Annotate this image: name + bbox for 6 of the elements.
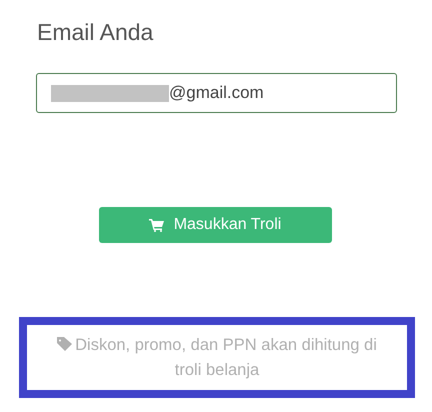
cart-icon [148, 218, 164, 232]
tag-icon [57, 336, 72, 350]
email-field[interactable]: @gmail.com [36, 73, 397, 113]
notice-text: Diskon, promo, dan PPN akan dihitung di troli belanja [43, 332, 391, 382]
email-value: @gmail.com [169, 82, 264, 104]
field-label: Email Anda [37, 18, 154, 47]
